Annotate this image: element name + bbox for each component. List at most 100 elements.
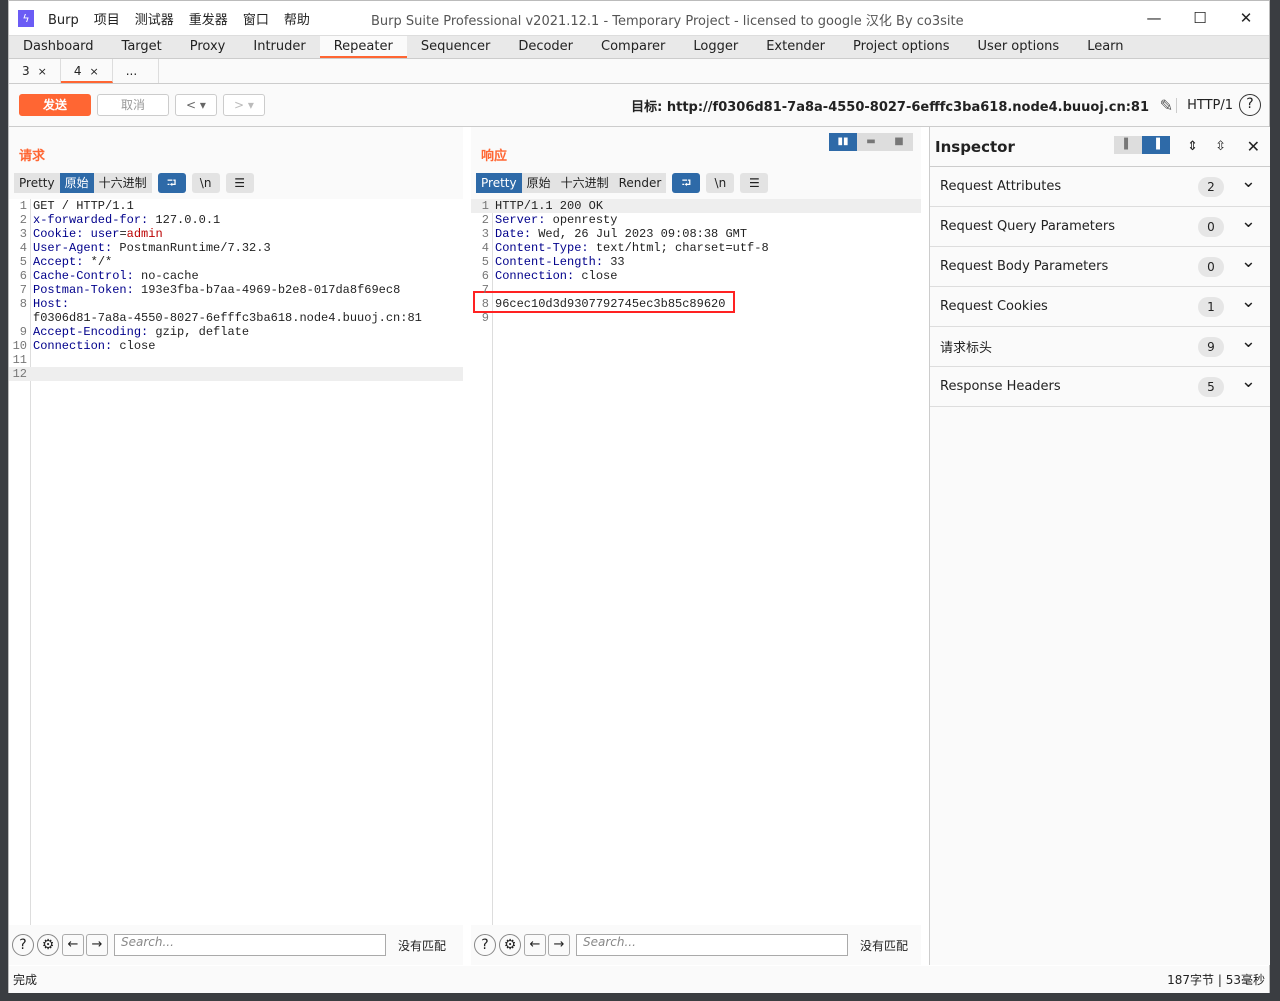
code-line: 3 Cookie: user=admin <box>9 227 463 241</box>
gear-icon[interactable]: ⚙ <box>37 934 59 956</box>
help-icon[interactable]: ? <box>1239 94 1261 116</box>
maximize-icon[interactable]: ☐ <box>1177 1 1223 35</box>
menu-icon[interactable]: ☰ <box>740 173 769 193</box>
help-icon[interactable]: ? <box>12 934 34 956</box>
code-line: 11 <box>9 353 463 367</box>
close-inspector-icon[interactable]: ✕ <box>1247 137 1260 156</box>
repeater-tab[interactable]: 3 × <box>9 59 61 83</box>
chevron-down-icon[interactable]: ⌄ <box>1241 211 1256 232</box>
format-tab[interactable]: 原始 <box>59 173 94 193</box>
tab-sequencer[interactable]: Sequencer <box>407 36 504 58</box>
format-tab[interactable]: Pretty <box>476 173 522 193</box>
expand-all-icon[interactable]: ⇕ <box>1187 139 1198 154</box>
code-line: 7 <box>471 283 921 297</box>
tab-logger[interactable]: Logger <box>679 36 752 58</box>
repeater-tab[interactable]: ... <box>113 59 160 83</box>
section-count: 1 <box>1198 296 1224 317</box>
section-label: Request Attributes <box>940 179 1062 194</box>
tab-repeater[interactable]: Repeater <box>319 36 407 58</box>
repeater-tab[interactable]: 4 × <box>60 59 113 83</box>
inspector-section[interactable]: Request Cookies 1 ⌄ <box>930 287 1270 327</box>
menu-item[interactable]: 窗口 <box>243 13 269 28</box>
code-line: 1 GET / HTTP/1.1 <box>9 199 463 213</box>
gear-icon[interactable]: ⚙ <box>499 934 521 956</box>
format-tab[interactable]: 十六进制 <box>93 173 152 193</box>
chevron-down-icon[interactable]: ⌄ <box>1241 371 1256 392</box>
edit-pencil-icon[interactable]: ✎ <box>1160 96 1173 115</box>
collapse-all-icon[interactable]: ⇳ <box>1215 139 1226 154</box>
format-tab[interactable]: 原始 <box>521 173 556 193</box>
help-icon[interactable]: ? <box>474 934 496 956</box>
code-line: 5 Content-Length: 33 <box>471 255 921 269</box>
minimize-icon[interactable]: — <box>1131 1 1177 35</box>
menu-item[interactable]: 帮助 <box>284 13 310 28</box>
response-pane: ▮▮ ▬ ■ 响应 Pretty 原始 十六进制 Render ⮒ \n ☰ 1 HTTP/1… <box>471 127 921 965</box>
close-tab-icon[interactable]: × <box>90 65 99 78</box>
inspector-dock-left-icon[interactable]: ▌ <box>1114 136 1142 154</box>
tab-target[interactable]: Target <box>108 36 176 58</box>
menu-item[interactable]: Burp <box>48 13 79 28</box>
forward-button[interactable]: > ▾ <box>223 94 265 116</box>
wrap-lines-icon[interactable]: ⮒ <box>672 173 701 193</box>
chevron-down-icon[interactable]: ⌄ <box>1241 291 1256 312</box>
response-search-input[interactable]: Search... <box>576 934 848 956</box>
tab-label: ... <box>125 64 138 78</box>
burp-window: ϟ Burp 项目 测试器 重发器 窗口 帮助 Burp Suite Profession… <box>8 0 1270 993</box>
status-bar: 完成 187字节 | 53毫秒 <box>9 966 1269 993</box>
request-editor[interactable]: 1 GET / HTTP/1.1 2 x-forwarded-for: 127.0.0… <box>9 199 463 925</box>
header-name: Connection <box>495 269 568 283</box>
close-tab-icon[interactable]: × <box>38 65 47 78</box>
arrow-left-icon[interactable]: ← <box>62 934 84 956</box>
tab-decoder[interactable]: Decoder <box>504 36 587 58</box>
format-tab[interactable]: 十六进制 <box>555 173 614 193</box>
inspector-section[interactable]: Request Attributes 2 ⌄ <box>930 167 1270 207</box>
split-horizontal-icon[interactable]: ▮▮ <box>829 133 857 151</box>
tab-proxy[interactable]: Proxy <box>176 36 240 58</box>
main-tabs: Dashboard Target Proxy Intruder Repeater Sequ… <box>9 35 1269 59</box>
single-pane-icon[interactable]: ■ <box>885 133 913 151</box>
menu-icon[interactable]: ☰ <box>225 173 254 193</box>
code-line: 2 x-forwarded-for: 127.0.0.1 <box>9 213 463 227</box>
line-number: 8 <box>19 297 27 311</box>
tab-intruder[interactable]: Intruder <box>239 36 319 58</box>
chevron-down-icon[interactable]: ⌄ <box>1241 251 1256 272</box>
close-icon[interactable]: ✕ <box>1223 1 1269 35</box>
chevron-down-icon[interactable]: ⌄ <box>1241 331 1256 352</box>
arrow-left-icon[interactable]: ← <box>524 934 546 956</box>
menu-item[interactable]: 重发器 <box>189 13 228 28</box>
header-name: Cookie <box>33 227 77 241</box>
inspector-section[interactable]: Response Headers 5 ⌄ <box>930 367 1270 407</box>
format-tab[interactable]: Render <box>613 173 667 193</box>
response-editor[interactable]: 1 HTTP/1.1 200 OK 2 Server: openresty 3 Date:… <box>471 199 921 925</box>
newline-icon[interactable]: \n <box>706 173 735 193</box>
menu-item[interactable]: 测试器 <box>135 13 174 28</box>
arrow-right-icon[interactable]: → <box>548 934 570 956</box>
code-line: 3 Date: Wed, 26 Jul 2023 09:08:38 GMT <box>471 227 921 241</box>
inspector-section[interactable]: 请求标头 9 ⌄ <box>930 327 1270 367</box>
tab-comparer[interactable]: Comparer <box>587 36 679 58</box>
inspector-section[interactable]: Request Body Parameters 0 ⌄ <box>930 247 1270 287</box>
split-vertical-icon[interactable]: ▬ <box>857 133 885 151</box>
tab-project-options[interactable]: Project options <box>839 36 964 58</box>
newline-icon[interactable]: \n <box>191 173 220 193</box>
code-line: 7 Postman-Token: 193e3fba-b7aa-4969-b2e8-… <box>9 283 463 297</box>
request-search-input[interactable]: Search... <box>114 934 386 956</box>
format-tab[interactable]: Pretty <box>14 173 60 193</box>
protocol-toggle[interactable]: HTTP/1 <box>1176 97 1233 113</box>
tab-learn[interactable]: Learn <box>1073 36 1137 58</box>
section-count: 0 <box>1198 256 1224 277</box>
send-button[interactable]: 发送 <box>19 94 91 116</box>
tab-user-options[interactable]: User options <box>964 36 1074 58</box>
menu-item[interactable]: 项目 <box>94 13 120 28</box>
line-number: 4 <box>481 241 489 255</box>
inspector-dock-right-icon[interactable]: ▐ <box>1142 136 1170 154</box>
line-value: openresty <box>545 213 618 227</box>
cancel-button[interactable]: 取消 <box>97 94 169 116</box>
tab-extender[interactable]: Extender <box>752 36 839 58</box>
arrow-right-icon[interactable]: → <box>86 934 108 956</box>
inspector-section[interactable]: Request Query Parameters 0 ⌄ <box>930 207 1270 247</box>
chevron-down-icon[interactable]: ⌄ <box>1241 171 1256 192</box>
wrap-lines-icon[interactable]: ⮒ <box>157 173 186 193</box>
back-button[interactable]: < ▾ <box>175 94 217 116</box>
tab-dashboard[interactable]: Dashboard <box>9 36 108 58</box>
